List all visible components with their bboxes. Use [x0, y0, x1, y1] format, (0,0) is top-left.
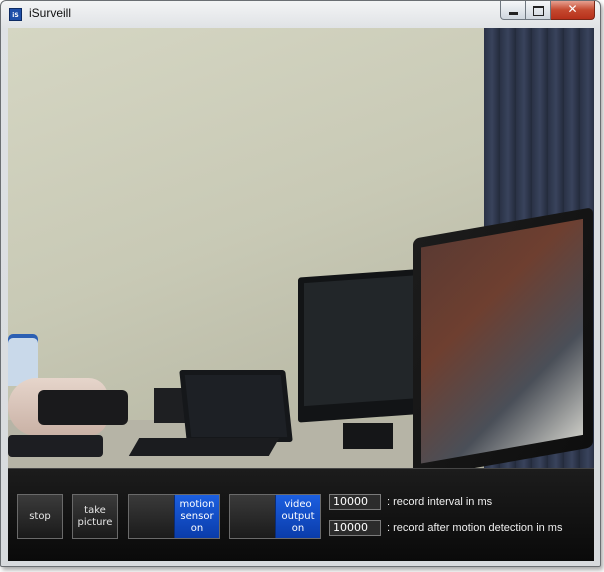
minimize-icon	[509, 12, 518, 15]
video-output-off-half[interactable]	[230, 495, 275, 538]
record-interval-label: : record interval in ms	[387, 496, 493, 508]
close-button[interactable]: ✕	[551, 1, 595, 20]
motion-sensor-toggle[interactable]: motion sensor on	[128, 494, 220, 539]
window-controls: ✕	[500, 1, 595, 20]
window-title: iSurveill	[29, 6, 72, 20]
motion-sensor-off-half[interactable]	[129, 495, 174, 538]
close-icon: ✕	[567, 2, 578, 16]
motion-sensor-on-label[interactable]: motion sensor on	[174, 495, 219, 538]
laptop-screen	[179, 370, 293, 442]
client-area: stop take picture motion sensor on video…	[8, 28, 594, 561]
monitor-stand	[343, 423, 393, 449]
app-window: iS iSurveill ✕ stop take picture motion …	[0, 0, 601, 567]
monitor-left	[298, 268, 428, 423]
stop-button[interactable]: stop	[17, 494, 63, 539]
record-interval-input[interactable]: 10000	[329, 494, 381, 510]
control-panel: stop take picture motion sensor on video…	[8, 468, 594, 561]
video-output-toggle[interactable]: video output on	[229, 494, 321, 539]
handheld-device	[38, 390, 128, 425]
record-interval-row: 10000 : record interval in ms	[329, 494, 492, 510]
app-icon: iS	[9, 8, 22, 21]
title-bar[interactable]: iS iSurveill ✕	[1, 1, 600, 27]
record-after-motion-label: : record after motion detection in ms	[387, 522, 563, 534]
record-after-motion-row: 10000 : record after motion detection in…	[329, 520, 562, 536]
maximize-icon	[533, 6, 544, 16]
camera-feed	[8, 28, 594, 468]
minimize-button[interactable]	[500, 1, 526, 20]
video-output-on-label[interactable]: video output on	[275, 495, 320, 538]
maximize-button[interactable]	[526, 1, 551, 20]
take-picture-button[interactable]: take picture	[72, 494, 118, 539]
laptop-base	[128, 438, 280, 456]
keyboard	[8, 435, 103, 457]
monitor-right	[413, 207, 593, 468]
record-after-motion-input[interactable]: 10000	[329, 520, 381, 536]
